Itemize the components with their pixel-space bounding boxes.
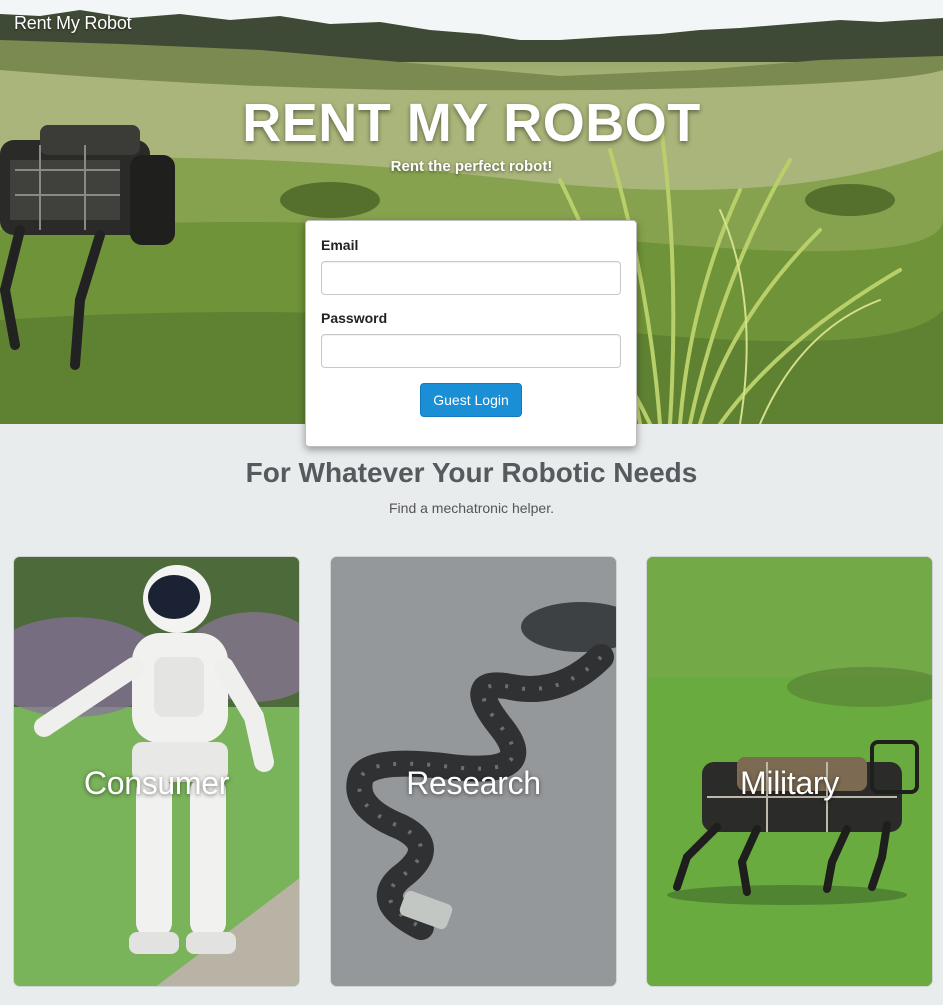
hero-subtitle: Rent the perfect robot! [390,158,553,175]
section-subtitle: Find a mechatronic helper. [389,500,554,516]
category-label-military: Military [740,765,839,801]
email-label: Email [321,237,359,253]
email-field[interactable] [321,261,621,295]
login-actions: Guest Login [321,383,621,417]
category-label-consumer: Consumer [83,765,230,801]
login-form: Email Password Guest Login [305,220,637,447]
hero-title: RENT MY ROBOT [242,93,701,153]
guest-login-button[interactable]: Guest Login [420,383,522,417]
brand-link[interactable]: Rent My Robot [14,13,132,34]
category-label-research: Research [406,765,541,801]
category-card-consumer[interactable]: Consumer [13,556,300,987]
password-label: Password [321,310,388,326]
category-card-military[interactable]: Military [646,556,933,987]
section-title: For Whatever Your Robotic Needs [245,457,698,488]
category-card-research[interactable]: Research [330,556,617,987]
password-field[interactable] [321,334,621,368]
